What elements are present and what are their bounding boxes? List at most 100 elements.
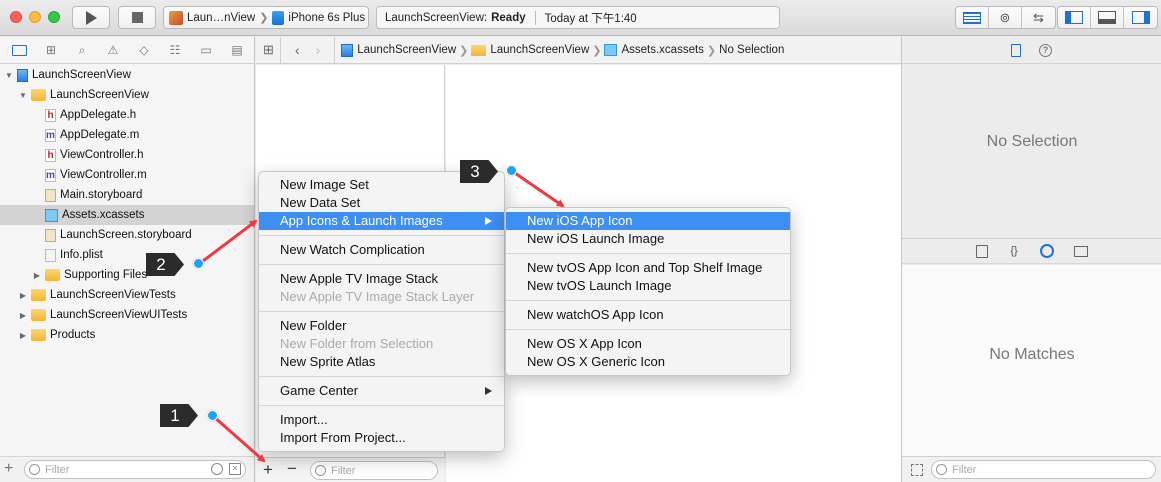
disclosure-closed-icon[interactable]: ▶: [32, 271, 42, 280]
related-items-icon[interactable]: ⊞: [263, 42, 274, 58]
breakpoint-navigator-tab-icon[interactable]: ▭: [199, 43, 213, 57]
disclosure-open-icon[interactable]: ▼: [4, 71, 14, 80]
library-filter-field[interactable]: Filter: [931, 460, 1156, 479]
media-library-icon[interactable]: [1074, 245, 1088, 257]
disclosure-open-icon[interactable]: ▼: [18, 91, 28, 100]
version-editor-button[interactable]: ⇆: [1022, 7, 1055, 28]
asset-filter-field[interactable]: Filter: [310, 461, 438, 480]
menu-item-import-from-project[interactable]: Import From Project...: [259, 429, 504, 447]
menu-item-app-icons-launch-images[interactable]: App Icons & Launch Images: [259, 212, 504, 230]
breadcrumb-assets[interactable]: Assets.xcassets: [604, 44, 704, 56]
breadcrumb-project[interactable]: LaunchScreenView: [341, 43, 456, 57]
issue-navigator-tab-icon[interactable]: ⚠: [106, 43, 120, 57]
minimize-window-button[interactable]: [29, 11, 41, 23]
report-navigator-tab-icon[interactable]: ▤: [230, 43, 244, 57]
remove-asset-button[interactable]: −: [287, 459, 297, 479]
activity-status: Ready: [491, 11, 526, 24]
menu-item-new-data-set[interactable]: New Data Set: [259, 194, 504, 212]
recent-files-icon[interactable]: [211, 463, 223, 475]
device-label: iPhone 6s Plus: [288, 11, 366, 24]
scheme-selector[interactable]: Laun…nView ❯ iPhone 6s Plus: [163, 6, 369, 29]
menu-item-new-tvos-launch-image[interactable]: New tvOS Launch Image: [506, 277, 790, 295]
code-snippet-library-icon[interactable]: {}: [1008, 245, 1020, 258]
add-asset-button[interactable]: +: [263, 460, 273, 480]
library-footer: Filter: [902, 456, 1161, 482]
disclosure-closed-icon[interactable]: ▶: [18, 311, 28, 320]
symbol-navigator-tab-icon[interactable]: ⊞: [44, 43, 58, 57]
disclosure-closed-icon[interactable]: ▶: [18, 331, 28, 340]
find-navigator-tab-icon[interactable]: ⌕: [75, 43, 89, 57]
toggle-debug-area-button[interactable]: [1091, 7, 1124, 28]
no-matches-label: No Matches: [989, 346, 1075, 363]
tree-item-label: LaunchScreenView: [32, 69, 131, 81]
menu-item-new-folder[interactable]: New Folder: [259, 317, 504, 335]
jumpbar-separator: [279, 36, 281, 64]
tree-item[interactable]: h AppDelegate.h: [0, 105, 254, 125]
app-target-icon: [169, 10, 183, 25]
library-tabs: {}: [902, 238, 1161, 264]
tree-item[interactable]: Info.plist: [0, 245, 254, 265]
tree-item[interactable]: ▶ Products: [0, 325, 254, 345]
assistant-editor-button[interactable]: ⊚: [989, 7, 1022, 28]
scheme-target[interactable]: Laun…nView: [164, 10, 255, 25]
run-button[interactable]: [72, 6, 110, 29]
tree-item[interactable]: m ViewController.m: [0, 165, 254, 185]
folder-icon: [471, 44, 487, 56]
tree-item-label: AppDelegate.m: [60, 129, 140, 141]
quick-help-icon[interactable]: ?: [1039, 43, 1052, 57]
scm-status-icon[interactable]: ×: [229, 463, 241, 475]
menu-item-new-ios-launch-image[interactable]: New iOS Launch Image: [506, 230, 790, 248]
menu-item-new-osx-app-icon[interactable]: New OS X App Icon: [506, 335, 790, 353]
standard-editor-button[interactable]: [956, 7, 989, 28]
menu-item-new-watch-complication[interactable]: New Watch Complication: [259, 241, 504, 259]
tree-item[interactable]: LaunchScreen.storyboard: [0, 225, 254, 245]
tree-item[interactable]: ▶ LaunchScreenViewUITests: [0, 305, 254, 325]
device-selector[interactable]: iPhone 6s Plus: [272, 10, 366, 25]
bottom-panel-icon: [1098, 11, 1116, 24]
chevron-right-icon: ❯: [259, 12, 269, 24]
close-window-button[interactable]: [10, 11, 22, 23]
menu-item-new-tvos-app-icon[interactable]: New tvOS App Icon and Top Shelf Image: [506, 259, 790, 277]
tree-item[interactable]: ▶ LaunchScreenViewTests: [0, 285, 254, 305]
breadcrumb-folder[interactable]: LaunchScreenView: [471, 44, 589, 56]
menu-item-new-osx-generic-icon[interactable]: New OS X Generic Icon: [506, 353, 790, 371]
folder-icon: [31, 89, 46, 101]
tree-item[interactable]: Main.storyboard: [0, 185, 254, 205]
disclosure-closed-icon[interactable]: ▶: [18, 291, 28, 300]
submenu-arrow-icon: [485, 217, 492, 225]
tree-item[interactable]: ▼ LaunchScreenView: [0, 85, 254, 105]
project-navigator-tab-icon[interactable]: [12, 44, 27, 56]
menu-item-import[interactable]: Import...: [259, 411, 504, 429]
tree-item[interactable]: ▼ LaunchScreenView: [0, 65, 254, 85]
file-inspector-icon[interactable]: [1011, 43, 1021, 57]
tree-item[interactable]: Assets.xcassets: [0, 205, 254, 225]
forward-icon[interactable]: ›: [316, 42, 321, 58]
file-template-library-icon[interactable]: [976, 244, 988, 258]
test-navigator-tab-icon[interactable]: ◇: [137, 43, 151, 57]
breadcrumb-selection[interactable]: No Selection: [719, 44, 784, 56]
tree-item-label: AppDelegate.h: [60, 109, 137, 121]
menu-item-game-center[interactable]: Game Center: [259, 382, 504, 400]
activity-viewer: LaunchScreenView: Ready Today at 下午1:40: [376, 6, 780, 29]
plist-file-icon: [45, 248, 56, 262]
breadcrumb-label: No Selection: [719, 44, 785, 56]
add-file-button[interactable]: +: [4, 460, 13, 478]
toggle-navigator-button[interactable]: [1058, 7, 1091, 28]
debug-navigator-tab-icon[interactable]: ☷: [168, 43, 182, 57]
grid-view-icon[interactable]: [911, 464, 923, 476]
menu-item-new-watchos-app-icon[interactable]: New watchOS App Icon: [506, 306, 790, 324]
back-icon[interactable]: ‹: [295, 42, 300, 58]
xcassets-file-icon: [45, 208, 58, 222]
folder-icon: [45, 269, 60, 281]
tree-item[interactable]: ▶ Supporting Files: [0, 265, 254, 285]
menu-item-new-sprite-atlas[interactable]: New Sprite Atlas: [259, 353, 504, 371]
menu-item-new-ios-app-icon[interactable]: New iOS App Icon: [506, 212, 790, 230]
asset-context-menu: New Image Set New Data Set App Icons & L…: [258, 171, 505, 452]
stop-button[interactable]: [118, 6, 156, 29]
toggle-utilities-button[interactable]: [1124, 7, 1157, 28]
zoom-window-button[interactable]: [48, 11, 60, 23]
object-library-icon[interactable]: [1040, 244, 1054, 258]
menu-item-new-apple-tv-image-stack[interactable]: New Apple TV Image Stack: [259, 270, 504, 288]
tree-item[interactable]: m AppDelegate.m: [0, 125, 254, 145]
tree-item[interactable]: h ViewController.h: [0, 145, 254, 165]
